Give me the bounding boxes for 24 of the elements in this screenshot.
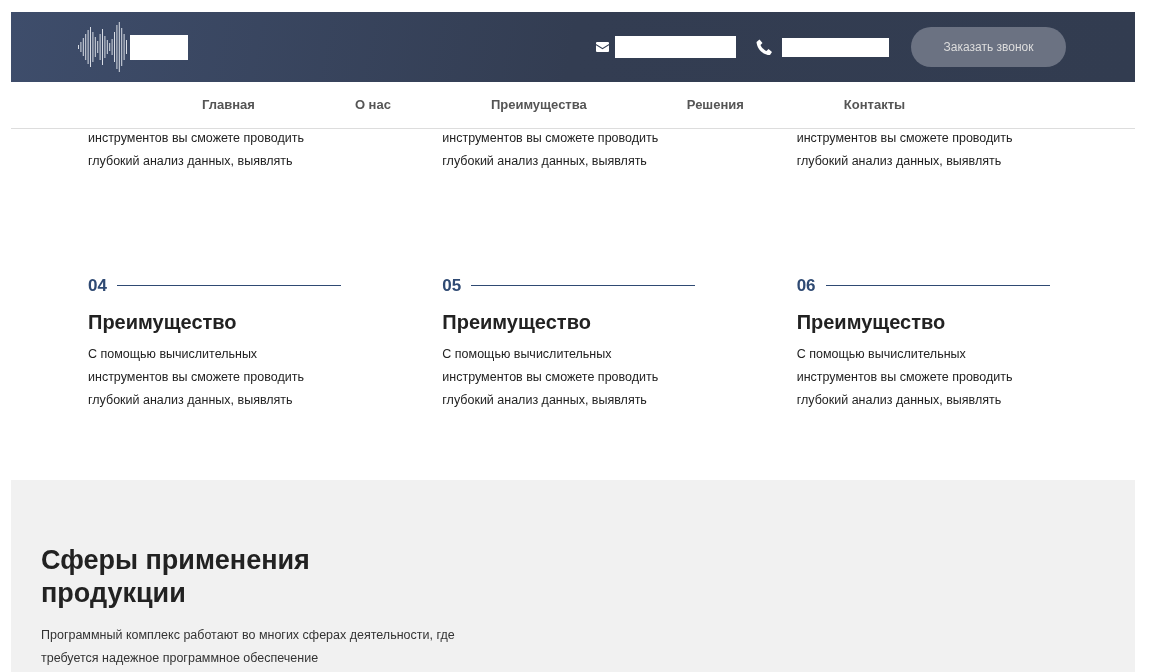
mail-icon	[596, 42, 609, 52]
advantage-text: инструментов вы сможете проводить глубокий анализ данных, выявлять	[442, 130, 660, 170]
nav-link[interactable]: Главная	[202, 95, 255, 115]
nav-link[interactable]: Решения	[686, 95, 744, 115]
advantage-text: С помощью вычислительных инструментов вы сможете проводить глубокий анализ данных, выявлять	[88, 345, 305, 409]
advantage-title: Преимущество	[88, 309, 238, 335]
advantage-text: инструментов вы сможете проводить глубокий анализ данных, выявлять	[796, 130, 1014, 170]
phone-icon	[756, 38, 773, 56]
call-button[interactable]: Заказать звонок	[911, 27, 1066, 67]
nav-link[interactable]: Преимущества	[490, 95, 587, 115]
redacted-block	[130, 34, 188, 60]
nav-link[interactable]: О нас	[354, 95, 391, 115]
advantage-number: 06	[796, 275, 816, 297]
advantage-title: Преимущество	[442, 309, 592, 335]
advantage-title: Преимущество	[796, 309, 947, 335]
nav-link[interactable]: Контакты	[843, 95, 906, 115]
advantage-text: С помощью вычислительных инструментов вы сможете проводить глубокий анализ данных, выявлять	[796, 345, 1014, 409]
logo-icon	[78, 22, 130, 72]
advantage-text: инструментов вы сможете проводить глубокий анализ данных, выявлять	[88, 130, 305, 170]
section-text: Программный комплекс работают во многих сферах деятельности, где требуется надежное программное обеспечение	[41, 626, 456, 667]
advantage-text: С помощью вычислительных инструментов вы сможете проводить глубокий анализ данных, выявлять	[442, 345, 660, 409]
advantage-number: 04	[88, 275, 107, 297]
section-title: Сферы применения продукции	[41, 543, 311, 610]
advantage-number: 05	[442, 275, 462, 297]
